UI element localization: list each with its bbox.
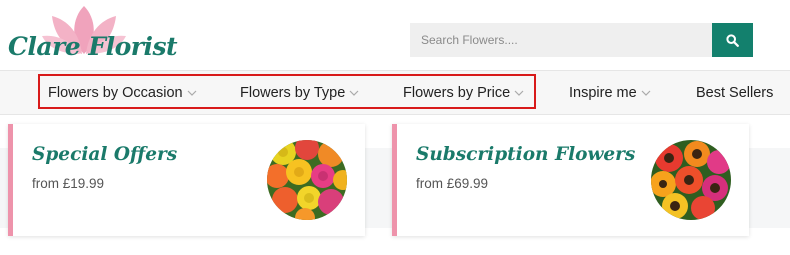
nav-item-label: Flowers by Type [240,85,346,101]
site-header: Clare Florist [0,0,790,70]
card-price: from £19.99 [32,176,105,191]
card-title: Subscription Flowers [416,144,636,165]
logo-text: Clare Florist [8,32,178,61]
bouquet-image [651,140,731,220]
card-subscription-flowers[interactable]: Subscription Flowers from £69.99 [392,124,749,236]
main-nav: Flowers by Occasion Flowers by Type Flow… [0,70,790,115]
nav-item-label: Flowers by Occasion [48,85,183,101]
nav-item-best-sellers[interactable]: Best Sellers [696,71,773,115]
bouquet-image [267,140,347,220]
nav-item-flowers-by-type[interactable]: Flowers by Type [240,71,359,115]
logo[interactable]: Clare Florist [8,4,178,66]
chevron-down-icon [349,90,359,96]
chevron-down-icon [187,90,197,96]
card-special-offers[interactable]: Special Offers from £19.99 [8,124,365,236]
nav-item-label: Inspire me [569,85,637,101]
nav-item-flowers-by-occasion[interactable]: Flowers by Occasion [48,71,197,115]
nav-item-inspire-me[interactable]: Inspire me [569,71,651,115]
chevron-down-icon [641,90,651,96]
nav-item-flowers-by-price[interactable]: Flowers by Price [403,71,524,115]
search-button[interactable] [712,23,753,57]
card-title: Special Offers [32,144,178,165]
chevron-down-icon [514,90,524,96]
search-input[interactable] [410,23,713,57]
nav-item-label: Best Sellers [696,85,774,101]
nav-item-label: Flowers by Price [403,85,511,101]
card-price: from £69.99 [416,176,489,191]
search-icon [726,33,739,47]
